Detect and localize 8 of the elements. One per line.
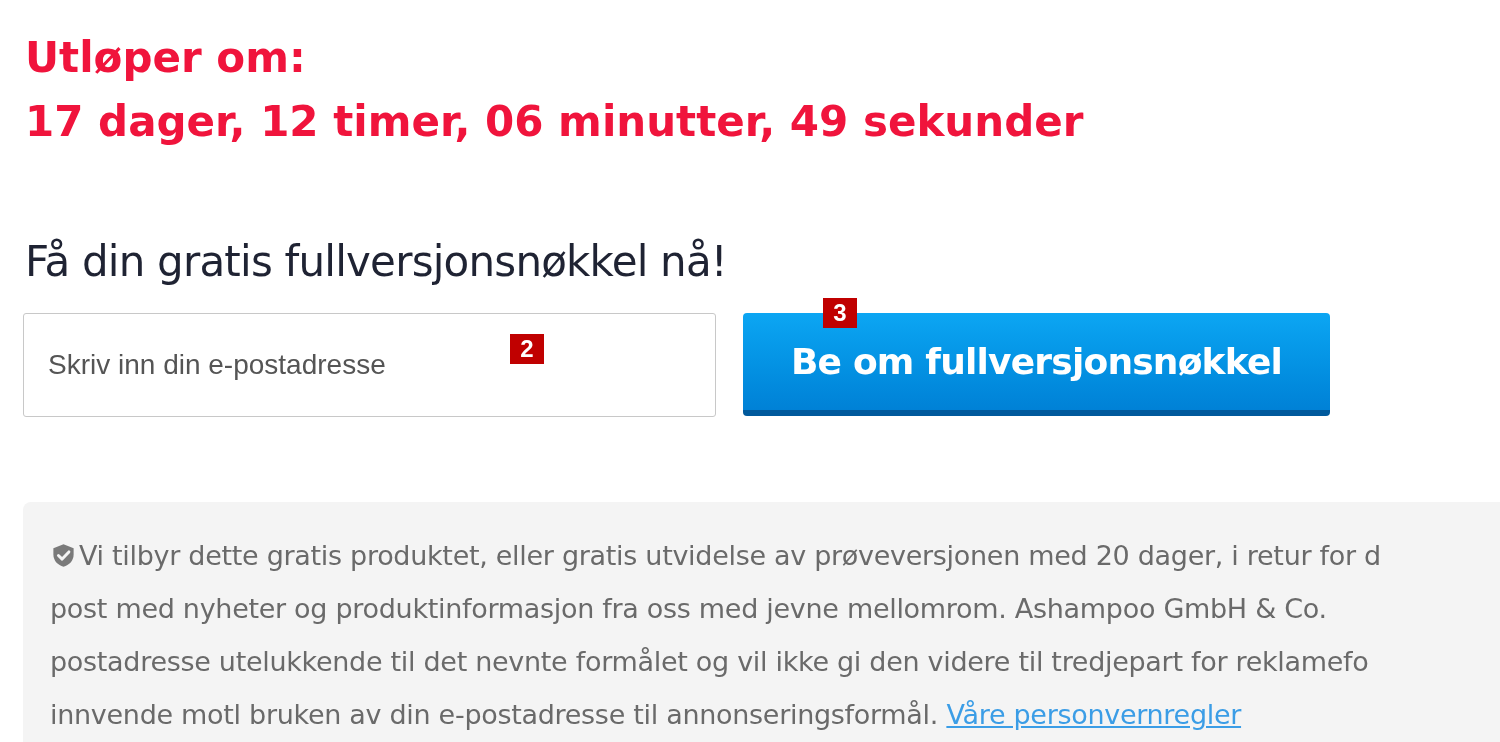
consent-text: Vi tilbyr dette gratis produktet, eller gratis utvidelse av prøveversjonen med 20 dager, i retur for d post med nyheter og produktinformasjon fra oss med jevne mellomrom. Ashampoo GmbH & Co. postadresse utelukkende til det nevnte formålet og vil ikke gi den videre til tredjepart for reklamefo innvende motl bruken av din e-postadresse til annonseringsformål. Våre personvernregler xyxy=(50,539,1381,732)
step-number-marker: 3 xyxy=(823,298,857,328)
privacy-policy-link[interactable]: Våre personvernregler xyxy=(946,699,1242,730)
shield-check-icon xyxy=(50,542,77,569)
countdown-remaining: 17 dager, 12 timer, 06 minutter, 49 sekunder xyxy=(25,96,1084,148)
signup-heading: Få din gratis fullversjonsnøkkel nå! xyxy=(25,236,727,288)
step-number-marker: 2 xyxy=(510,334,544,364)
countdown-label: Utløper om: xyxy=(25,32,306,84)
